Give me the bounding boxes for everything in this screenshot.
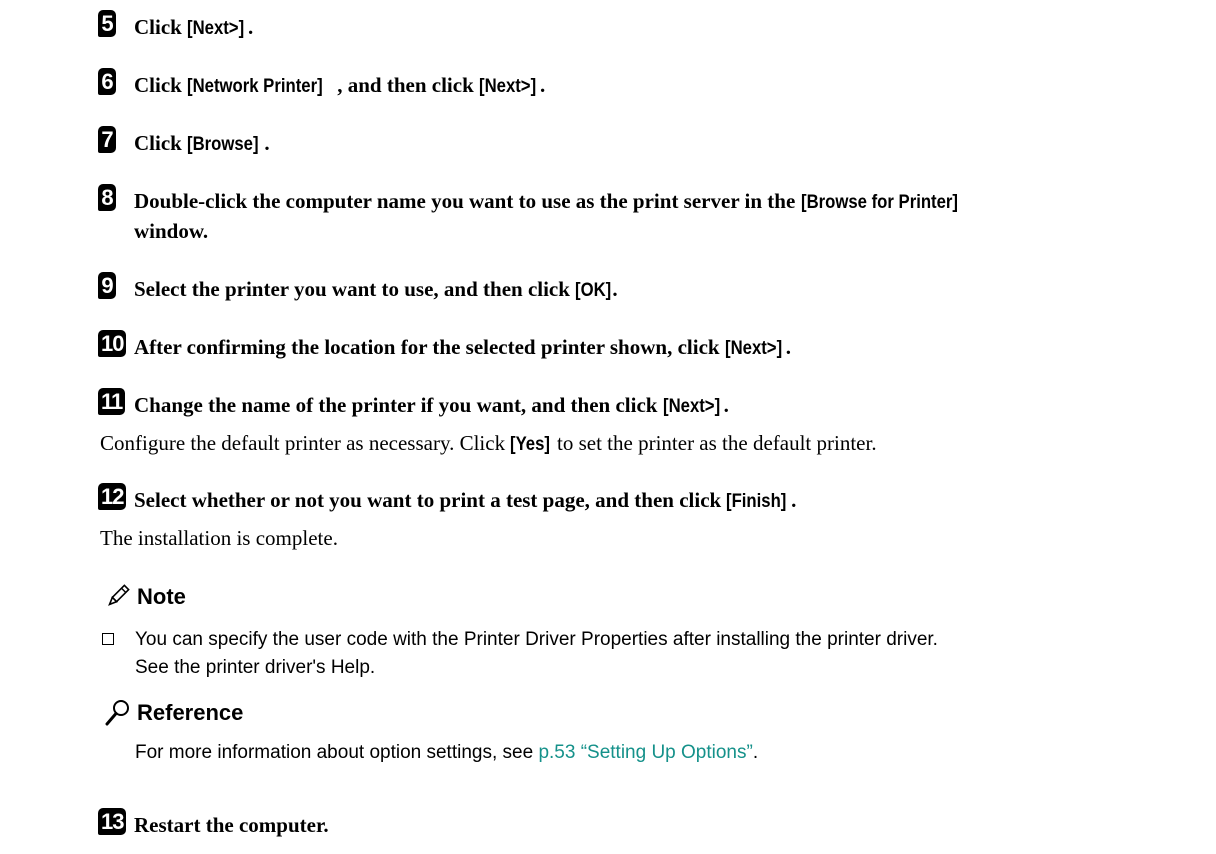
step-10: 10 After confirming the location for the… [98, 330, 1206, 363]
step-text: Restart the computer. [134, 813, 329, 837]
step-text: Double-click the computer name you want … [134, 189, 801, 213]
button-label: [Next>] [724, 338, 782, 359]
step-body: The installation is complete. [100, 526, 338, 550]
step-6: 6 Click [Network Printer] , and then clic… [98, 68, 1206, 101]
step-heading: 5 Click [Next>]. [98, 10, 1206, 43]
step-heading: 7 Click [Browse]. [98, 126, 1206, 159]
step-text-end: . [612, 277, 618, 301]
reference-heading: Reference [105, 699, 243, 727]
button-label: [Next>] [479, 76, 537, 97]
step-heading: 9 Select the printer you want to use, an… [98, 272, 1206, 305]
step-number-badge: 10 [98, 330, 127, 357]
body-text-end: to set the printer as the default printe… [551, 431, 877, 455]
step-heading: 8 Double-click the computer name you wan… [98, 184, 1206, 246]
step-number-badge: 11 [98, 388, 126, 415]
button-label: [Browse] [187, 134, 259, 155]
step-11: 11 Change the name of the printer if you… [98, 388, 1206, 459]
step-text: Select the printer you want to use, and … [134, 277, 576, 301]
step-heading: 13 Restart the computer. [98, 808, 1206, 840]
step-8: 8 Double-click the computer name you wan… [98, 184, 1206, 246]
step-text: Click [134, 15, 188, 39]
step-text: After confirming the location for the se… [134, 335, 725, 359]
step-number-badge: 12 [98, 483, 127, 510]
step-text-end: . [539, 73, 546, 97]
step-number-badge: 8 [98, 184, 116, 211]
reference-title: Reference [137, 700, 244, 725]
button-label: [Finish] [726, 491, 787, 512]
step-heading: 11 Change the name of the printer if you… [98, 388, 1206, 421]
step-5: 5 Click [Next>]. [98, 10, 1206, 43]
pencil-icon [108, 584, 130, 606]
button-label: [Yes] [510, 434, 551, 455]
reference-link[interactable]: p.53 “Setting Up Options” [538, 742, 752, 763]
step-number-badge: 7 [98, 126, 116, 153]
step-text-end: . [791, 488, 797, 512]
note-heading: Note [105, 583, 186, 611]
step-13: 13 Restart the computer. [98, 808, 1206, 840]
button-label: [Browse for Printer] [800, 192, 958, 213]
button-label: [Network Printer] [187, 76, 323, 97]
step-text-line2: window. [134, 219, 209, 243]
step-number-badge: 9 [98, 272, 116, 299]
checkbox-bullet-icon [102, 633, 114, 645]
step-text-end: . [723, 393, 729, 417]
reference-text-end: . [752, 742, 759, 763]
step-text: Change the name of the printer if you wa… [134, 393, 663, 417]
step-heading: 10 After confirming the location for the… [98, 330, 1206, 363]
step-body: Configure the default printer as necessa… [100, 429, 1206, 459]
reference-text: For more information about option settin… [135, 739, 758, 767]
step-text-end: . [248, 15, 254, 39]
button-label: [OK] [575, 280, 612, 301]
step-text-end: . [785, 335, 792, 359]
reference-text-start: For more information about option settin… [135, 742, 539, 763]
note-text-line2: See the printer driver's Help. [135, 657, 376, 678]
button-label: [Next>] [187, 18, 245, 39]
note-text-line1: You can specify the user code with the P… [135, 629, 938, 650]
step-heading: 6 Click [Network Printer] , and then clic… [98, 68, 1206, 101]
step-9: 9 Select the printer you want to use, an… [98, 272, 1206, 305]
step-number-badge: 5 [98, 10, 116, 37]
step-text-end: . [264, 131, 270, 155]
note-item: You can specify the user code with the P… [98, 626, 1208, 682]
step-text: Click [134, 131, 188, 155]
body-text: Configure the default printer as necessa… [100, 431, 511, 455]
step-7: 7 Click [Browse]. [98, 126, 1206, 159]
step-number-badge: 13 [98, 808, 127, 835]
step-text-mid: , and then click [337, 73, 480, 97]
note-title: Note [137, 584, 186, 609]
magnifier-icon [105, 700, 129, 726]
step-text: Click [134, 73, 188, 97]
button-label: [Next>] [662, 396, 720, 417]
step-text: Select whether or not you want to print … [134, 488, 727, 512]
step-heading: 12 Select whether or not you want to pri… [98, 483, 1206, 516]
step-number-badge: 6 [98, 68, 116, 95]
step-12: 12 Select whether or not you want to pri… [98, 483, 1206, 552]
